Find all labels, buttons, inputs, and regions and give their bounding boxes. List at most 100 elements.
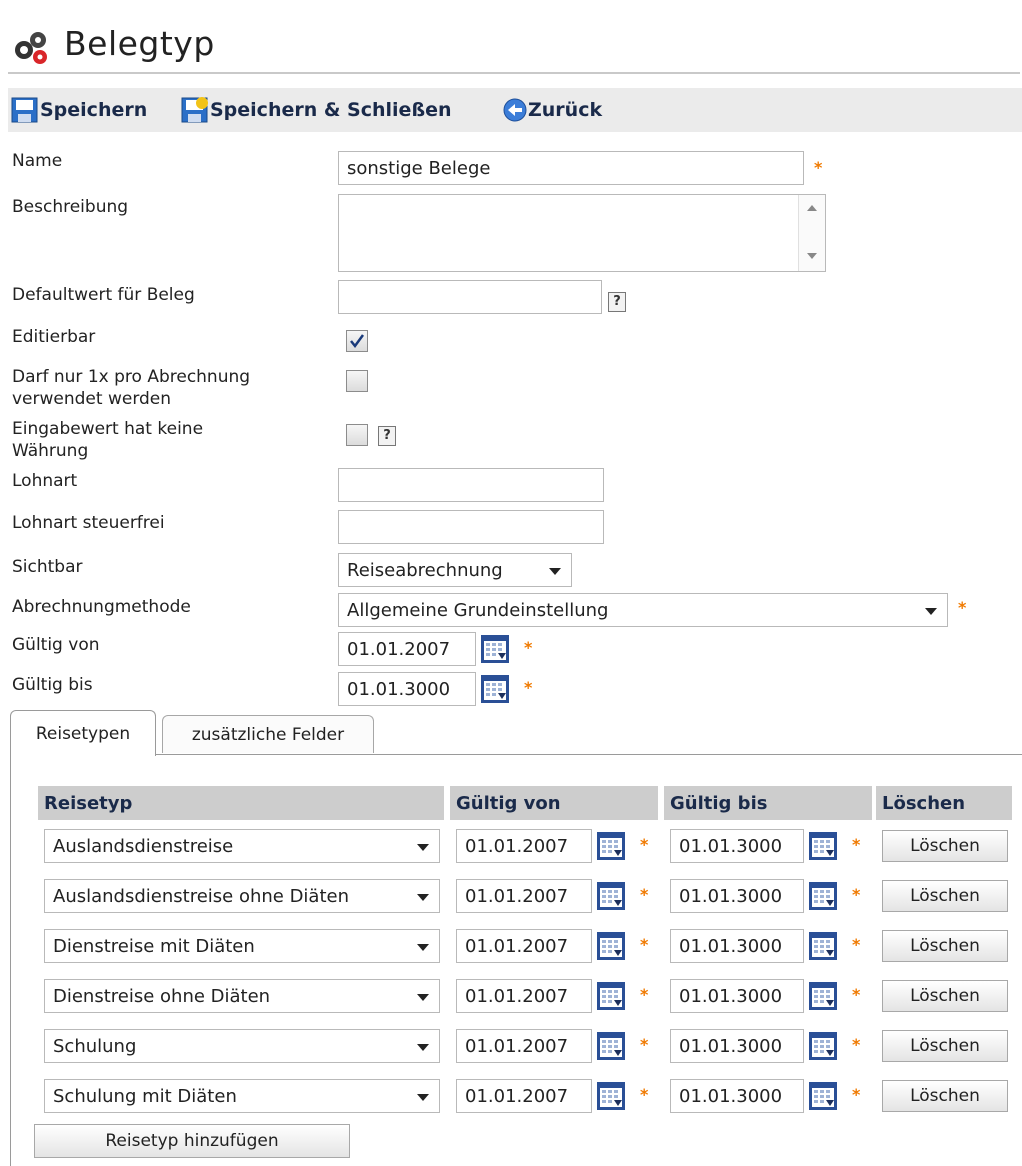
wage-taxfree-input[interactable] [338,510,604,544]
delete-button[interactable]: Löschen [882,880,1008,912]
required-marker: * [640,885,649,904]
required-marker: * [640,1035,649,1054]
name-label: Name [12,151,63,171]
scroll-up-icon[interactable] [807,205,817,211]
valid-to-input[interactable]: 01.01.3000 [338,672,476,706]
save-close-label: Speichern & Schließen [210,99,452,121]
visible-label: Sichtbar [12,557,83,577]
once-checkbox[interactable] [346,370,368,392]
calendar-icon[interactable] [808,831,838,861]
toolbar: Speichern Speichern & Schließen Zurück [8,88,1022,132]
tab-reisetypen[interactable]: Reisetypen [10,710,156,756]
nocurrency-label-line1: Eingabewert hat keine [12,419,204,439]
once-label-line2: verwendet werden [12,389,172,409]
reisetyp-select-value: Auslandsdienstreise ohne Diäten [53,885,349,907]
description-scrollbar[interactable] [798,195,825,271]
required-marker: * [524,638,533,657]
column-header-gueltig-von: Gültig von [450,786,658,820]
delete-button[interactable]: Löschen [882,980,1008,1012]
required-marker: * [852,985,861,1004]
description-textarea[interactable] [338,194,826,272]
required-marker: * [852,1035,861,1054]
description-label: Beschreibung [12,197,129,217]
column-header-gueltig-bis: Gültig bis [664,786,872,820]
name-input[interactable]: sonstige Belege [338,151,804,185]
required-marker: * [852,935,861,954]
delete-button[interactable]: Löschen [882,930,1008,962]
row-valid-from-input[interactable]: 01.01.2007 [456,979,592,1013]
help-icon[interactable]: ? [378,426,396,446]
belegtyp-icon [15,32,47,64]
save-close-icon [181,97,208,123]
back-button[interactable]: Zurück [502,88,602,132]
row-valid-from-input[interactable]: 01.01.2007 [456,879,592,913]
default-label: Defaultwert für Beleg [12,285,195,305]
add-reisetyp-button[interactable]: Reisetyp hinzufügen [34,1124,350,1158]
reisetyp-select[interactable]: Dienstreise ohne Diäten [44,979,440,1013]
row-valid-to-input[interactable]: 01.01.3000 [670,979,804,1013]
chevron-down-icon [417,1044,429,1051]
required-marker: * [958,598,967,617]
reisetyp-select[interactable]: Auslandsdienstreise ohne Diäten [44,879,440,913]
save-button[interactable]: Speichern [10,88,147,132]
row-valid-to-input[interactable]: 01.01.3000 [670,1029,804,1063]
reisetyp-select[interactable]: Schulung mit Diäten [44,1079,440,1113]
back-icon [503,98,527,122]
calendar-icon[interactable] [808,1031,838,1061]
save-close-button[interactable]: Speichern & Schließen [180,88,452,132]
required-marker: * [852,885,861,904]
row-valid-from-input[interactable]: 01.01.2007 [456,829,592,863]
method-select[interactable]: Allgemeine Grundeinstellung [338,593,948,627]
reisetyp-select[interactable]: Dienstreise mit Diäten [44,929,440,963]
wage-label: Lohnart [12,471,78,491]
required-marker: * [640,1085,649,1104]
calendar-icon[interactable] [596,831,626,861]
editable-label: Editierbar [12,327,96,347]
reisetyp-select[interactable]: Schulung [44,1029,440,1063]
required-marker: * [814,158,823,177]
required-marker: * [852,835,861,854]
valid-from-input[interactable]: 01.01.2007 [338,632,476,666]
column-header-loeschen: Löschen [876,786,1012,820]
calendar-icon[interactable] [596,981,626,1011]
calendar-icon[interactable] [596,1031,626,1061]
calendar-icon[interactable] [808,981,838,1011]
calendar-icon[interactable] [808,931,838,961]
checkmark-icon [350,334,365,349]
row-valid-from-input[interactable]: 01.01.2007 [456,1029,592,1063]
row-valid-to-input[interactable]: 01.01.3000 [670,879,804,913]
calendar-icon[interactable] [480,674,510,704]
required-marker: * [852,1085,861,1104]
row-valid-from-input[interactable]: 01.01.2007 [456,929,592,963]
calendar-icon[interactable] [480,634,510,664]
nocurrency-checkbox[interactable] [346,424,368,446]
row-valid-to-input[interactable]: 01.01.3000 [670,929,804,963]
visible-select[interactable]: Reiseabrechnung [338,553,572,587]
calendar-icon[interactable] [596,931,626,961]
reisetyp-select-value: Dienstreise mit Diäten [53,935,255,957]
row-valid-from-input[interactable]: 01.01.2007 [456,1079,592,1113]
calendar-icon[interactable] [808,1081,838,1111]
editable-checkbox[interactable] [346,330,368,352]
reisetyp-select-value: Auslandsdienstreise [53,835,234,857]
calendar-icon[interactable] [596,1081,626,1111]
default-input[interactable] [338,280,602,314]
delete-button[interactable]: Löschen [882,1030,1008,1062]
calendar-icon[interactable] [596,881,626,911]
chevron-down-icon [417,844,429,851]
row-valid-to-input[interactable]: 01.01.3000 [670,1079,804,1113]
scroll-down-icon[interactable] [807,253,817,259]
delete-button[interactable]: Löschen [882,1080,1008,1112]
delete-button[interactable]: Löschen [882,830,1008,862]
calendar-icon[interactable] [808,881,838,911]
help-icon[interactable]: ? [608,292,626,312]
once-label-line1: Darf nur 1x pro Abrechnung [12,367,251,387]
wage-input[interactable] [338,468,604,502]
tab-zusaetzliche-felder[interactable]: zusätzliche Felder [162,715,374,753]
method-label: Abrechnungmethode [12,597,191,617]
reisetyp-select[interactable]: Auslandsdienstreise [44,829,440,863]
row-valid-to-input[interactable]: 01.01.3000 [670,829,804,863]
page-title: Belegtyp [64,24,215,63]
wage-taxfree-label: Lohnart steuerfrei [12,513,165,533]
nocurrency-label-line2: Währung [12,441,89,461]
